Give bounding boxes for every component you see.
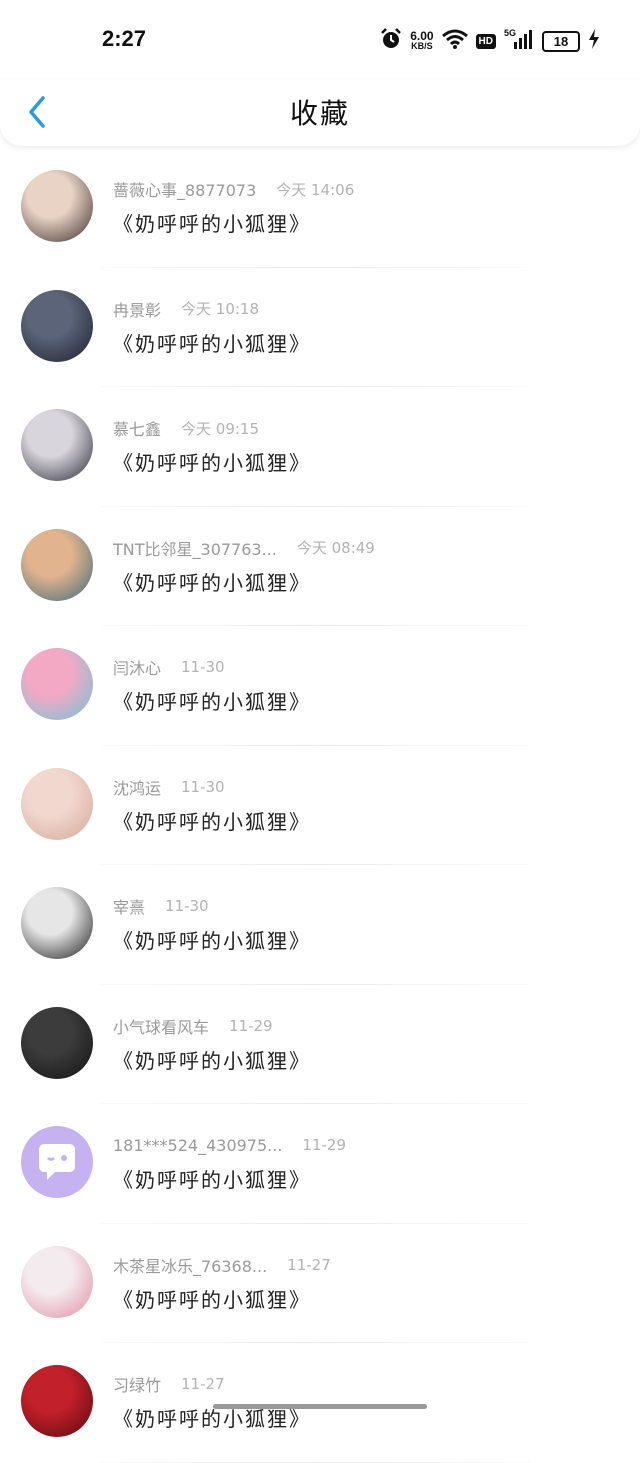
user-name[interactable]: 慕七鑫 bbox=[113, 416, 161, 440]
wifi-icon bbox=[441, 29, 468, 53]
list-item[interactable]: 181***524_430975... 11-29 《奶呼呼的小狐狸》 bbox=[0, 1104, 640, 1224]
item-meta: 沈鸿运 11-30 bbox=[113, 776, 225, 798]
book-title[interactable]: 《奶呼呼的小狐狸》 bbox=[113, 447, 311, 476]
book-title[interactable]: 《奶呼呼的小狐狸》 bbox=[113, 1284, 311, 1313]
avatar[interactable] bbox=[21, 648, 93, 720]
avatar[interactable] bbox=[21, 528, 93, 601]
avatar[interactable] bbox=[21, 1126, 93, 1198]
net-speed-value: 6.00 bbox=[410, 29, 434, 43]
user-name[interactable]: 宰熹 bbox=[113, 894, 145, 918]
list-item[interactable]: 木茶星冰乐_76368... 11-27 《奶呼呼的小狐狸》 bbox=[0, 1224, 640, 1343]
timestamp: 11-30 bbox=[181, 658, 225, 676]
avatar[interactable] bbox=[21, 409, 93, 481]
user-name[interactable]: 沈鸿运 bbox=[113, 775, 161, 799]
chat-bubble-icon bbox=[39, 1144, 75, 1180]
timestamp: 11-29 bbox=[302, 1136, 347, 1154]
timestamp: 今天 10:18 bbox=[181, 300, 260, 318]
cellular-signal-icon: 5G bbox=[504, 28, 534, 54]
timestamp: 今天 09:15 bbox=[181, 419, 260, 438]
timestamp: 今天 14:06 bbox=[276, 180, 355, 199]
timestamp: 11-27 bbox=[181, 1375, 225, 1393]
timestamp: 今天 08:49 bbox=[296, 539, 375, 557]
list-item[interactable]: 宰熹 11-30 《奶呼呼的小狐狸》 bbox=[0, 865, 640, 985]
user-name[interactable]: 冉景彰 bbox=[113, 297, 161, 321]
item-meta: 冉景彰 今天 10:18 bbox=[113, 298, 259, 320]
avatar[interactable] bbox=[21, 1245, 93, 1318]
book-title[interactable]: 《奶呼呼的小狐狸》 bbox=[113, 686, 311, 715]
timestamp: 11-30 bbox=[165, 897, 209, 915]
item-meta: 宰熹 11-30 bbox=[113, 895, 209, 917]
timestamp: 11-27 bbox=[287, 1255, 331, 1274]
list-item[interactable]: 沈鸿运 11-30 《奶呼呼的小狐狸》 bbox=[0, 746, 640, 865]
list-item[interactable]: 冉景彰 今天 10:18 《奶呼呼的小狐狸》 bbox=[0, 268, 640, 387]
net-speed-unit: KB/S bbox=[411, 41, 433, 51]
item-meta: 181***524_430975... 11-29 bbox=[113, 1134, 346, 1156]
user-name[interactable]: 小气球看风车 bbox=[113, 1014, 209, 1038]
network-type: 5G bbox=[504, 28, 516, 38]
user-name[interactable]: 蔷薇心事_8877073 bbox=[113, 177, 256, 201]
item-meta: 习绿竹 11-27 bbox=[113, 1373, 225, 1395]
list-item[interactable]: 习绿竹 11-27 《奶呼呼的小狐狸》 bbox=[0, 1343, 640, 1463]
user-name[interactable]: 木茶星冰乐_76368... bbox=[113, 1253, 267, 1277]
divider bbox=[100, 1461, 530, 1463]
avatar[interactable] bbox=[21, 1006, 93, 1079]
list-item[interactable]: TNT比邻星_307763... 今天 08:49 《奶呼呼的小狐狸》 bbox=[0, 507, 640, 626]
list-item[interactable]: 慕七鑫 今天 09:15 《奶呼呼的小狐狸》 bbox=[0, 387, 640, 507]
item-meta: 蔷薇心事_8877073 今天 14:06 bbox=[113, 177, 355, 201]
battery-level: 18 bbox=[553, 33, 569, 49]
battery-icon: 18 bbox=[542, 30, 580, 52]
book-title[interactable]: 《奶呼呼的小狐狸》 bbox=[113, 1045, 311, 1074]
book-title[interactable]: 《奶呼呼的小狐狸》 bbox=[113, 806, 311, 835]
status-time: 2:27 bbox=[102, 26, 147, 51]
alarm-icon bbox=[380, 28, 402, 54]
list-item[interactable]: 小气球看风车 11-29 《奶呼呼的小狐狸》 bbox=[0, 985, 640, 1104]
user-name[interactable]: 习绿竹 bbox=[113, 1372, 161, 1396]
user-name[interactable]: 181***524_430975... bbox=[113, 1136, 282, 1155]
avatar[interactable] bbox=[21, 1365, 93, 1437]
avatar[interactable] bbox=[21, 170, 93, 242]
navigation-header: 收藏 bbox=[0, 80, 640, 146]
avatar[interactable] bbox=[21, 767, 93, 840]
net-speed: 6.00 KB/S bbox=[410, 29, 434, 51]
book-title[interactable]: 《奶呼呼的小狐狸》 bbox=[113, 208, 311, 237]
timestamp: 11-30 bbox=[181, 777, 225, 796]
status-bar: 2:27 6.00 KB/S HD 5G 18 bbox=[0, 0, 640, 80]
item-meta: TNT比邻星_307763... 今天 08:49 bbox=[113, 537, 375, 559]
book-title[interactable]: 《奶呼呼的小狐狸》 bbox=[113, 925, 311, 954]
item-meta: 木茶星冰乐_76368... 11-27 bbox=[113, 1254, 331, 1276]
item-meta: 慕七鑫 今天 09:15 bbox=[113, 416, 260, 440]
page-title: 收藏 bbox=[289, 97, 350, 130]
user-name[interactable]: 闫沐心 bbox=[113, 655, 161, 679]
avatar[interactable] bbox=[21, 289, 93, 362]
item-meta: 闫沐心 11-30 bbox=[113, 656, 225, 678]
user-name[interactable]: TNT比邻星_307763... bbox=[113, 536, 277, 560]
book-title[interactable]: 《奶呼呼的小狐狸》 bbox=[113, 328, 311, 357]
book-title[interactable]: 《奶呼呼的小狐狸》 bbox=[113, 1164, 311, 1193]
status-icons: 6.00 KB/S HD 5G 18 bbox=[380, 26, 600, 56]
favorites-list: 蔷薇心事_8877073 今天 14:06 《奶呼呼的小狐狸》 冉景彰 今天 10:18… bbox=[0, 148, 640, 1463]
home-indicator[interactable] bbox=[213, 1404, 427, 1409]
book-title[interactable]: 《奶呼呼的小狐狸》 bbox=[113, 567, 311, 596]
item-meta: 小气球看风车 11-29 bbox=[113, 1015, 273, 1037]
hd-badge: HD bbox=[475, 33, 496, 49]
charging-icon bbox=[588, 29, 600, 53]
list-item[interactable]: 蔷薇心事_8877073 今天 14:06 《奶呼呼的小狐狸》 bbox=[0, 148, 640, 268]
avatar[interactable] bbox=[21, 887, 93, 959]
timestamp: 11-29 bbox=[229, 1016, 273, 1035]
list-item[interactable]: 闫沐心 11-30 《奶呼呼的小狐狸》 bbox=[0, 626, 640, 746]
